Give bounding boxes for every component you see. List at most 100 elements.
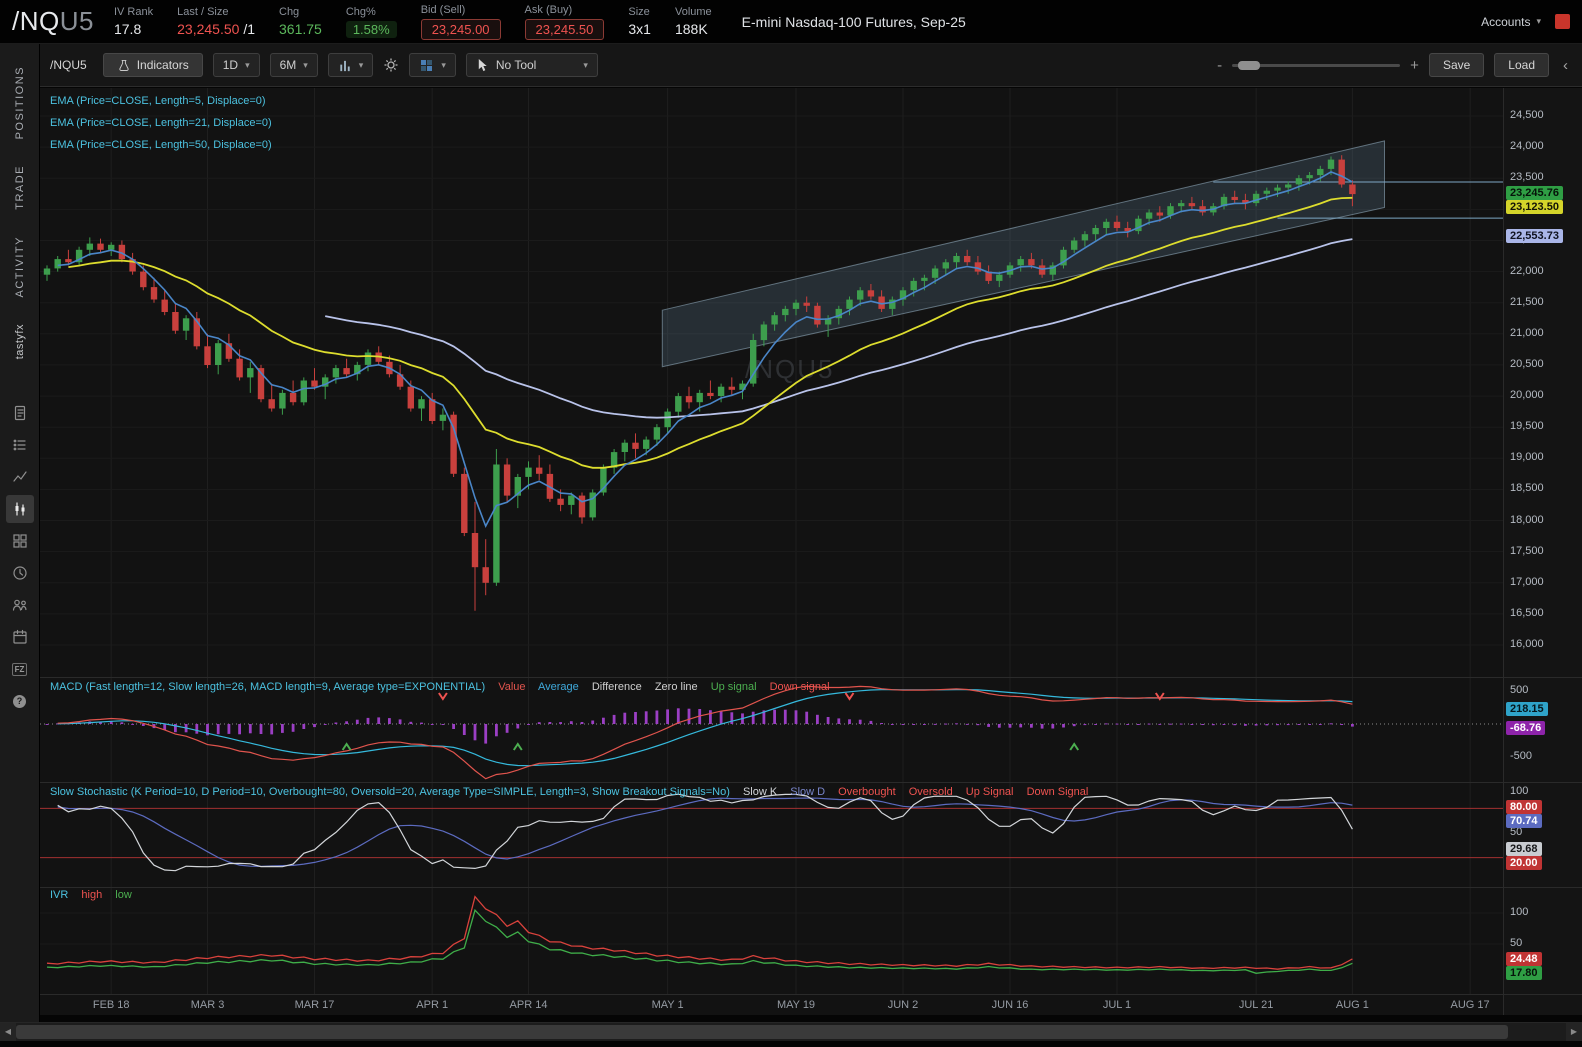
- zoom-slider[interactable]: [1232, 60, 1401, 70]
- zoom-out-button[interactable]: -: [1217, 57, 1222, 74]
- grid-layout-icon: [419, 58, 434, 73]
- layout-dropdown[interactable]: ▾: [409, 53, 456, 77]
- ema-legend: EMA (Price=CLOSE, Length=5, Displace=0) …: [50, 90, 272, 156]
- scroll-left-button[interactable]: ◀: [0, 1023, 16, 1041]
- axis-label: 18,000: [1510, 513, 1544, 526]
- ivr-high-label: high: [81, 889, 103, 901]
- stochastic-panel-canvas[interactable]: [40, 783, 1503, 888]
- axis-label: 17,000: [1510, 575, 1544, 588]
- sidebar-tab-activity[interactable]: ACTIVITY: [14, 236, 26, 298]
- axis-value-bubble: 218.15: [1506, 701, 1548, 716]
- last-value: 23,245.50: [177, 21, 240, 37]
- sidebar-tab-tastyfx[interactable]: tastyfx: [14, 324, 26, 359]
- accounts-menu[interactable]: Accounts ▾: [1481, 15, 1541, 29]
- stoch-slowk-label: Slow K: [742, 786, 778, 798]
- grid-icon[interactable]: [6, 527, 34, 555]
- axis-label: -500: [1510, 750, 1533, 762]
- iv-rank-field: IV Rank 17.8: [114, 6, 153, 37]
- range-dropdown[interactable]: 6M ▾: [269, 53, 318, 77]
- ivr-legend: IVR high low: [50, 889, 142, 901]
- chart-type-dropdown[interactable]: ▾: [327, 53, 374, 77]
- size-field: Size 3x1: [628, 6, 651, 37]
- macd-zeroline-label: Zero line: [654, 681, 698, 693]
- quote-header: /NQU5 IV Rank 17.8 Last / Size 23,245.50…: [0, 0, 1582, 44]
- drawing-tool-dropdown[interactable]: No Tool ▾: [465, 53, 598, 77]
- axis-value-bubble: 23,123.50: [1506, 200, 1563, 215]
- chg-value: 361.75: [279, 21, 322, 37]
- axis-label: 18,500: [1510, 482, 1544, 495]
- axis-value-bubble: -68.76: [1506, 720, 1546, 735]
- axis-label: 16,000: [1510, 638, 1544, 650]
- stoch-down-signal-label: Down Signal: [1026, 786, 1089, 798]
- stoch-overbought-label: Overbought: [838, 786, 896, 798]
- axis-label: 24,500: [1510, 109, 1544, 121]
- cursor-icon: [476, 58, 489, 73]
- bid-button[interactable]: 23,245.00: [420, 18, 501, 40]
- scroll-right-button[interactable]: ▶: [1566, 1023, 1582, 1041]
- scrollbar-track[interactable]: [16, 1023, 1566, 1041]
- indicators-button[interactable]: Indicators: [102, 53, 203, 77]
- bar-chart-icon: [338, 58, 352, 73]
- people-icon[interactable]: [6, 591, 34, 619]
- journal-icon[interactable]: [6, 399, 34, 427]
- axis-label: 19,000: [1510, 451, 1544, 464]
- zoom-slider-handle[interactable]: [1238, 60, 1261, 70]
- chart-icon[interactable]: [5, 495, 34, 523]
- time-axis-label: JUN 2: [887, 999, 919, 1011]
- macd-panel-canvas[interactable]: [40, 678, 1503, 783]
- ask-button[interactable]: 23,245.50: [524, 18, 605, 40]
- main-chart-canvas[interactable]: /NQU5: [40, 88, 1503, 678]
- last-label: Last / Size: [177, 6, 229, 18]
- ivr-title: IVR: [50, 889, 69, 901]
- time-axis-label: FEB 18: [92, 999, 130, 1011]
- axis-label: 500: [1510, 684, 1529, 696]
- macd-title: MACD (Fast length=12, Slow length=26, MA…: [50, 681, 486, 693]
- symbol-expiry: U5: [59, 6, 94, 36]
- axis-label: 23,500: [1510, 171, 1544, 184]
- collapse-panel-button[interactable]: ‹: [1559, 57, 1572, 74]
- horizontal-scrollbar[interactable]: ◀ ▶: [0, 1022, 1582, 1041]
- history-icon[interactable]: [6, 559, 34, 587]
- axis-value-bubble: 22,553.73: [1506, 229, 1563, 244]
- chg-field: Chg 361.75: [279, 6, 322, 37]
- alert-indicator[interactable]: [1555, 14, 1570, 29]
- macd-value-label: Value: [498, 681, 526, 693]
- ask-label: Ask (Buy): [524, 3, 573, 16]
- interval-dropdown[interactable]: 1D ▾: [212, 53, 260, 77]
- panel-divider[interactable]: [40, 782, 1582, 783]
- size-label: Size: [628, 6, 650, 18]
- calendar-icon[interactable]: [6, 623, 34, 651]
- iv-rank-value: 17.8: [113, 21, 142, 37]
- axis-value-bubble: 29.68: [1506, 841, 1542, 856]
- price-axis[interactable]: 24,50024,00023,50023,00022,50022,00021,5…: [1503, 88, 1582, 1015]
- flask-icon: [117, 59, 131, 72]
- axis-value-bubble: 20.00: [1506, 855, 1542, 870]
- time-axis-label: MAY 19: [776, 999, 816, 1011]
- help-icon[interactable]: ?: [6, 687, 34, 715]
- chart-toolbar: /NQU5 Indicators 1D ▾ 6M ▾ ▾ ▾ No Tool ▾…: [40, 44, 1582, 87]
- time-axis-label: MAR 17: [294, 999, 335, 1011]
- axis-label: 100: [1510, 785, 1529, 797]
- axis-value-bubble: 24.48: [1506, 951, 1542, 966]
- save-button[interactable]: Save: [1428, 53, 1485, 77]
- axis-value-bubble: 17.80: [1506, 965, 1542, 980]
- size-value: 3x1: [628, 21, 651, 37]
- load-button[interactable]: Load: [1494, 53, 1549, 77]
- watchlist-icon[interactable]: [6, 431, 34, 459]
- sidebar-tab-positions[interactable]: POSITIONS: [14, 66, 26, 139]
- analyze-icon[interactable]: [6, 463, 34, 491]
- settings-button[interactable]: [383, 53, 399, 77]
- sidebar-tab-trade[interactable]: TRADE: [14, 165, 26, 210]
- fz-icon[interactable]: FZ: [6, 655, 34, 683]
- range-value: 6M: [279, 58, 297, 72]
- panel-divider[interactable]: [40, 887, 1582, 888]
- panel-divider[interactable]: [40, 677, 1582, 678]
- zoom-in-button[interactable]: +: [1410, 57, 1419, 74]
- time-axis[interactable]: FEB 18 MAR 3 MAR 17 APR 1 APR 14 MAY 1 MAY 19 J…: [0, 995, 1582, 1015]
- stoch-oversold-label: Oversold: [908, 786, 953, 798]
- ivr-panel-canvas[interactable]: [40, 888, 1503, 995]
- iv-rank-label: IV Rank: [113, 6, 154, 18]
- scrollbar-handle[interactable]: [16, 1025, 1508, 1039]
- time-axis-label: AUG 1: [1335, 999, 1369, 1011]
- volume-value: 188K: [674, 21, 708, 37]
